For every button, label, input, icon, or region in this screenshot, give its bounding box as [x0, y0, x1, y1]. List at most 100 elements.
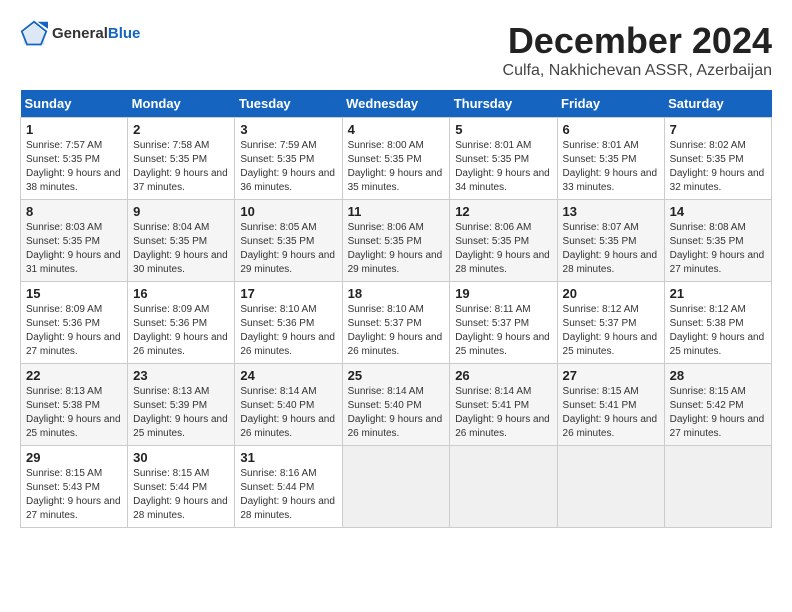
weekday-header-saturday: Saturday	[664, 90, 771, 118]
day-cell-9: 9 Sunrise: 8:04 AM Sunset: 5:35 PM Dayli…	[128, 200, 235, 282]
day-info: Sunrise: 8:07 AM Sunset: 5:35 PM Dayligh…	[563, 221, 659, 277]
sunrise-label: Sunrise: 8:14 AM	[240, 386, 316, 397]
day-cell-21: 21 Sunrise: 8:12 AM Sunset: 5:38 PM Dayl…	[664, 282, 771, 364]
daylight-label: Daylight: 9 hours and 25 minutes.	[670, 332, 765, 357]
day-info: Sunrise: 8:13 AM Sunset: 5:38 PM Dayligh…	[26, 385, 122, 441]
day-cell-30: 30 Sunrise: 8:15 AM Sunset: 5:44 PM Dayl…	[128, 446, 235, 528]
day-number: 12	[455, 204, 551, 219]
sunrise-label: Sunrise: 8:01 AM	[455, 140, 531, 151]
day-info: Sunrise: 8:12 AM Sunset: 5:38 PM Dayligh…	[670, 303, 766, 359]
sunset-label: Sunset: 5:37 PM	[348, 318, 422, 329]
day-cell-15: 15 Sunrise: 8:09 AM Sunset: 5:36 PM Dayl…	[21, 282, 128, 364]
day-info: Sunrise: 7:59 AM Sunset: 5:35 PM Dayligh…	[240, 139, 336, 195]
day-info: Sunrise: 8:13 AM Sunset: 5:39 PM Dayligh…	[133, 385, 229, 441]
sunset-label: Sunset: 5:35 PM	[26, 236, 100, 247]
day-number: 17	[240, 286, 336, 301]
day-info: Sunrise: 8:10 AM Sunset: 5:36 PM Dayligh…	[240, 303, 336, 359]
sunset-label: Sunset: 5:43 PM	[26, 482, 100, 493]
day-number: 11	[348, 204, 445, 219]
weekday-header-sunday: Sunday	[21, 90, 128, 118]
sunset-label: Sunset: 5:44 PM	[133, 482, 207, 493]
empty-cell	[557, 446, 664, 528]
calendar-table: SundayMondayTuesdayWednesdayThursdayFrid…	[20, 90, 772, 528]
daylight-label: Daylight: 9 hours and 34 minutes.	[455, 168, 550, 193]
day-info: Sunrise: 8:11 AM Sunset: 5:37 PM Dayligh…	[455, 303, 551, 359]
daylight-label: Daylight: 9 hours and 26 minutes.	[240, 332, 335, 357]
daylight-label: Daylight: 9 hours and 27 minutes.	[26, 496, 121, 521]
week-row-4: 22 Sunrise: 8:13 AM Sunset: 5:38 PM Dayl…	[21, 364, 772, 446]
month-year: December 2024	[503, 20, 772, 62]
sunset-label: Sunset: 5:38 PM	[26, 400, 100, 411]
day-info: Sunrise: 8:16 AM Sunset: 5:44 PM Dayligh…	[240, 467, 336, 523]
day-info: Sunrise: 8:12 AM Sunset: 5:37 PM Dayligh…	[563, 303, 659, 359]
day-info: Sunrise: 8:15 AM Sunset: 5:44 PM Dayligh…	[133, 467, 229, 523]
day-number: 23	[133, 368, 229, 383]
day-number: 10	[240, 204, 336, 219]
sunset-label: Sunset: 5:35 PM	[240, 236, 314, 247]
sunset-label: Sunset: 5:37 PM	[563, 318, 637, 329]
day-cell-26: 26 Sunrise: 8:14 AM Sunset: 5:41 PM Dayl…	[450, 364, 557, 446]
sunrise-label: Sunrise: 8:06 AM	[455, 222, 531, 233]
day-cell-5: 5 Sunrise: 8:01 AM Sunset: 5:35 PM Dayli…	[450, 118, 557, 200]
logo-text: GeneralBlue	[52, 26, 140, 43]
day-number: 18	[348, 286, 445, 301]
logo-blue: Blue	[108, 25, 141, 42]
daylight-label: Daylight: 9 hours and 27 minutes.	[670, 250, 765, 275]
sunset-label: Sunset: 5:40 PM	[348, 400, 422, 411]
sunrise-label: Sunrise: 8:07 AM	[563, 222, 639, 233]
day-number: 15	[26, 286, 122, 301]
sunrise-label: Sunrise: 8:08 AM	[670, 222, 746, 233]
day-info: Sunrise: 8:14 AM Sunset: 5:41 PM Dayligh…	[455, 385, 551, 441]
day-info: Sunrise: 8:15 AM Sunset: 5:42 PM Dayligh…	[670, 385, 766, 441]
daylight-label: Daylight: 9 hours and 27 minutes.	[26, 332, 121, 357]
day-info: Sunrise: 8:02 AM Sunset: 5:35 PM Dayligh…	[670, 139, 766, 195]
day-cell-7: 7 Sunrise: 8:02 AM Sunset: 5:35 PM Dayli…	[664, 118, 771, 200]
day-number: 6	[563, 122, 659, 137]
day-number: 21	[670, 286, 766, 301]
sunset-label: Sunset: 5:38 PM	[670, 318, 744, 329]
sunrise-label: Sunrise: 8:14 AM	[455, 386, 531, 397]
sunrise-label: Sunrise: 8:10 AM	[240, 304, 316, 315]
sunset-label: Sunset: 5:35 PM	[563, 154, 637, 165]
daylight-label: Daylight: 9 hours and 25 minutes.	[455, 332, 550, 357]
day-cell-20: 20 Sunrise: 8:12 AM Sunset: 5:37 PM Dayl…	[557, 282, 664, 364]
week-row-1: 1 Sunrise: 7:57 AM Sunset: 5:35 PM Dayli…	[21, 118, 772, 200]
daylight-label: Daylight: 9 hours and 28 minutes.	[455, 250, 550, 275]
day-info: Sunrise: 8:09 AM Sunset: 5:36 PM Dayligh…	[26, 303, 122, 359]
sunrise-label: Sunrise: 8:00 AM	[348, 140, 424, 151]
sunrise-label: Sunrise: 8:04 AM	[133, 222, 209, 233]
sunrise-label: Sunrise: 8:13 AM	[133, 386, 209, 397]
day-info: Sunrise: 8:15 AM Sunset: 5:41 PM Dayligh…	[563, 385, 659, 441]
day-number: 29	[26, 450, 122, 465]
day-cell-8: 8 Sunrise: 8:03 AM Sunset: 5:35 PM Dayli…	[21, 200, 128, 282]
day-cell-3: 3 Sunrise: 7:59 AM Sunset: 5:35 PM Dayli…	[235, 118, 342, 200]
day-number: 1	[26, 122, 122, 137]
day-info: Sunrise: 8:14 AM Sunset: 5:40 PM Dayligh…	[348, 385, 445, 441]
day-cell-28: 28 Sunrise: 8:15 AM Sunset: 5:42 PM Dayl…	[664, 364, 771, 446]
sunset-label: Sunset: 5:39 PM	[133, 400, 207, 411]
day-number: 7	[670, 122, 766, 137]
day-info: Sunrise: 8:15 AM Sunset: 5:43 PM Dayligh…	[26, 467, 122, 523]
logo: GeneralBlue	[20, 20, 140, 48]
day-cell-2: 2 Sunrise: 7:58 AM Sunset: 5:35 PM Dayli…	[128, 118, 235, 200]
day-number: 30	[133, 450, 229, 465]
daylight-label: Daylight: 9 hours and 26 minutes.	[563, 414, 658, 439]
sunrise-label: Sunrise: 8:02 AM	[670, 140, 746, 151]
day-number: 4	[348, 122, 445, 137]
day-number: 26	[455, 368, 551, 383]
day-info: Sunrise: 7:57 AM Sunset: 5:35 PM Dayligh…	[26, 139, 122, 195]
daylight-label: Daylight: 9 hours and 26 minutes.	[348, 332, 443, 357]
day-info: Sunrise: 8:03 AM Sunset: 5:35 PM Dayligh…	[26, 221, 122, 277]
day-number: 28	[670, 368, 766, 383]
day-info: Sunrise: 8:05 AM Sunset: 5:35 PM Dayligh…	[240, 221, 336, 277]
daylight-label: Daylight: 9 hours and 26 minutes.	[455, 414, 550, 439]
sunrise-label: Sunrise: 8:12 AM	[563, 304, 639, 315]
daylight-label: Daylight: 9 hours and 33 minutes.	[563, 168, 658, 193]
day-info: Sunrise: 8:06 AM Sunset: 5:35 PM Dayligh…	[348, 221, 445, 277]
sunrise-label: Sunrise: 8:15 AM	[670, 386, 746, 397]
daylight-label: Daylight: 9 hours and 28 minutes.	[563, 250, 658, 275]
sunset-label: Sunset: 5:42 PM	[670, 400, 744, 411]
day-cell-18: 18 Sunrise: 8:10 AM Sunset: 5:37 PM Dayl…	[342, 282, 450, 364]
sunrise-label: Sunrise: 8:01 AM	[563, 140, 639, 151]
day-cell-27: 27 Sunrise: 8:15 AM Sunset: 5:41 PM Dayl…	[557, 364, 664, 446]
